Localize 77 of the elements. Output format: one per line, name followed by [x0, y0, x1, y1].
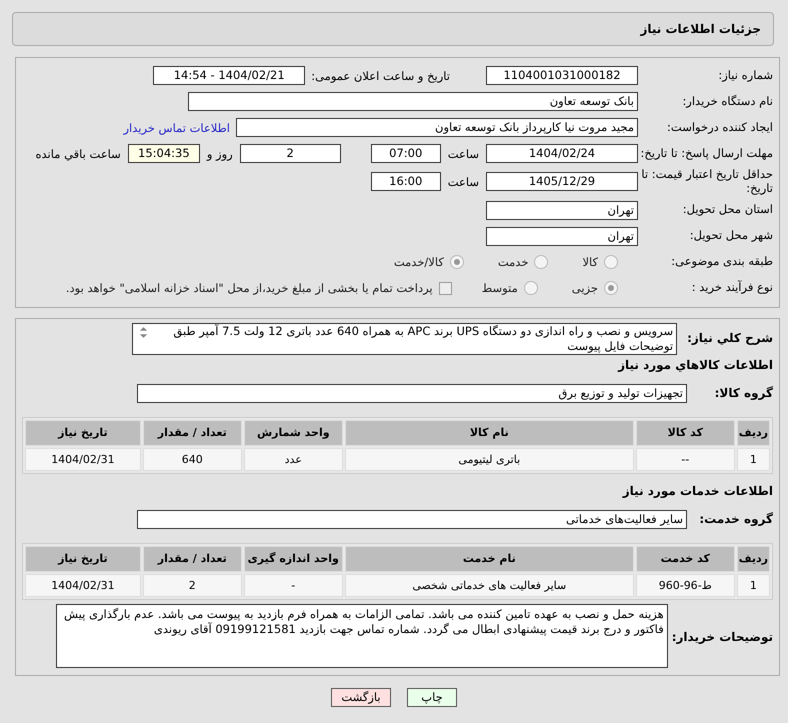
- table-cell: سایر فعالیت های خدماتی شخصی: [344, 574, 634, 597]
- field-label: حداقل تاریخ اعتبار قیمت: تا تاریخ:: [640, 168, 773, 196]
- table-cell: -: [244, 574, 343, 597]
- validity-date-field: 1405/12/29: [486, 172, 638, 192]
- field-label: شرح کلي نیاز:: [687, 330, 773, 346]
- radio-button[interactable]: [604, 281, 618, 296]
- checkbox[interactable]: [438, 282, 452, 295]
- table-cell: 1: [736, 448, 770, 471]
- table-cell: باتری لیتیومی: [344, 448, 634, 471]
- checkbox-label: پرداخت تمام یا بخشی از مبلغ خرید،از محل "اسناد خزانه اسلامی" خواهد بود.: [66, 281, 433, 296]
- group-field: سایر فعالیت‌های خدماتی: [137, 510, 687, 529]
- requester-field: مجید مروت نیا کارپرداز بانک توسعه تعاون: [236, 118, 638, 137]
- column-header: واحد شمارش: [244, 420, 343, 446]
- radio-button[interactable]: [524, 281, 538, 296]
- scroll-arrows-icon[interactable]: [139, 326, 148, 339]
- radio-label: متوسط: [482, 281, 518, 296]
- radio-button[interactable]: [604, 255, 618, 270]
- radio-label: کالا/خدمت: [394, 255, 444, 270]
- field-label: استان محل تحویل:: [682, 203, 773, 217]
- remarks-field[interactable]: هزینه حمل و نصب به عهده تامین کننده می باشد. تمامی الزامات به همراه فرم بازدید به پیوست می باشد. عدم بارگذاری پیش فاکتور و درج برند قیمت پیشنهادی ابطال می گردد. شماره تماس جهت بازدید 09199121581 آقای ریوندی: [56, 604, 668, 668]
- remaining-label: ساعت باقي مانده: [36, 146, 121, 160]
- need-number-field: 1104001031000182: [486, 66, 638, 85]
- field-label: نوع فرآیند خرید :: [690, 281, 773, 295]
- radio-label: جزیی: [572, 281, 598, 296]
- city-field: تهران: [486, 226, 638, 246]
- field-label: شماره نیاز:: [717, 68, 773, 82]
- radio-button[interactable]: [450, 255, 464, 270]
- field-label: توضیحات خریدار:: [672, 628, 773, 645]
- time-label: ساعت: [448, 174, 479, 189]
- table-cell: --: [636, 448, 735, 471]
- buyer-contact-link[interactable]: اطلاعات تماس خریدار: [123, 120, 230, 134]
- column-header: تعداد / مقدار: [142, 546, 242, 572]
- column-header: تعداد / مقدار: [142, 420, 242, 446]
- days-label: روز و: [206, 146, 233, 160]
- page-title: جزئیات اطلاعات نیاز: [640, 22, 761, 36]
- field-label: ایجاد کننده درخواست:: [666, 120, 773, 134]
- table-cell: 1404/02/31: [25, 448, 141, 471]
- deadline-date-field: 1404/02/24: [486, 144, 638, 163]
- province-field: تهران: [486, 200, 638, 220]
- column-header: واحد اندازه گیری: [244, 546, 343, 572]
- column-header: نام خدمت: [344, 546, 634, 572]
- table-cell: عدد: [244, 448, 343, 471]
- group-field: تجهیزات تولید و توزیع برق: [137, 384, 687, 403]
- field-label: مهلت ارسال پاسخ: تا تاریخ:: [639, 146, 773, 160]
- field-label: شهر محل تحویل:: [688, 229, 773, 243]
- print-button[interactable]: چاپ: [407, 688, 457, 707]
- table-cell: ط-96-960: [636, 574, 735, 597]
- radio-button[interactable]: [534, 255, 548, 270]
- field-label: گروه کالا:: [714, 386, 773, 401]
- section-heading: اطلاعات کالاهاي مورد نیاز: [616, 358, 773, 372]
- deadline-time-field: 07:00: [370, 144, 441, 163]
- description-field[interactable]: سرویس و نصب و راه اندازی دو دستگاه UPS برند APC به همراه 640 عدد باتری 12 ولت 7.5 آمپر طبق توضیحات فایل پیوست: [132, 322, 678, 355]
- field-label: نام دستگاه خریدار:: [681, 94, 773, 108]
- column-header: کد کالا: [636, 420, 735, 446]
- buyer-org-field: بانک توسعه تعاون: [188, 92, 638, 111]
- announce-date-field: 1404/02/21 - 14:54: [153, 66, 306, 85]
- column-header: تاریخ نیاز: [25, 546, 141, 572]
- table-cell: 1404/02/31: [25, 574, 141, 597]
- column-header: نام کالا: [344, 420, 634, 446]
- column-header: کد خدمت: [636, 546, 735, 572]
- table-cell: 1: [736, 574, 770, 597]
- table-cell: 640: [142, 448, 242, 471]
- radio-label: کالا: [582, 255, 598, 270]
- column-header: ردیف: [736, 546, 770, 572]
- radio-label: خدمت: [498, 255, 528, 270]
- section-heading: اطلاعات خدمات مورد نیاز: [621, 484, 773, 498]
- validity-time-field: 16:00: [370, 172, 441, 192]
- field-label: طبقه بندی موضوعی:: [670, 255, 773, 269]
- remaining-time-field: 15:04:35: [128, 144, 200, 163]
- days-field: 2: [240, 144, 341, 163]
- table-cell: 2: [142, 574, 242, 597]
- time-label: ساعت: [448, 146, 479, 160]
- field-label: گروه خدمت:: [698, 512, 773, 527]
- back-button[interactable]: بازگشت: [331, 688, 391, 707]
- column-header: ردیف: [736, 420, 770, 446]
- field-label: تاریخ و ساعت اعلان عمومی:: [311, 68, 450, 82]
- column-header: تاریخ نیاز: [25, 420, 141, 446]
